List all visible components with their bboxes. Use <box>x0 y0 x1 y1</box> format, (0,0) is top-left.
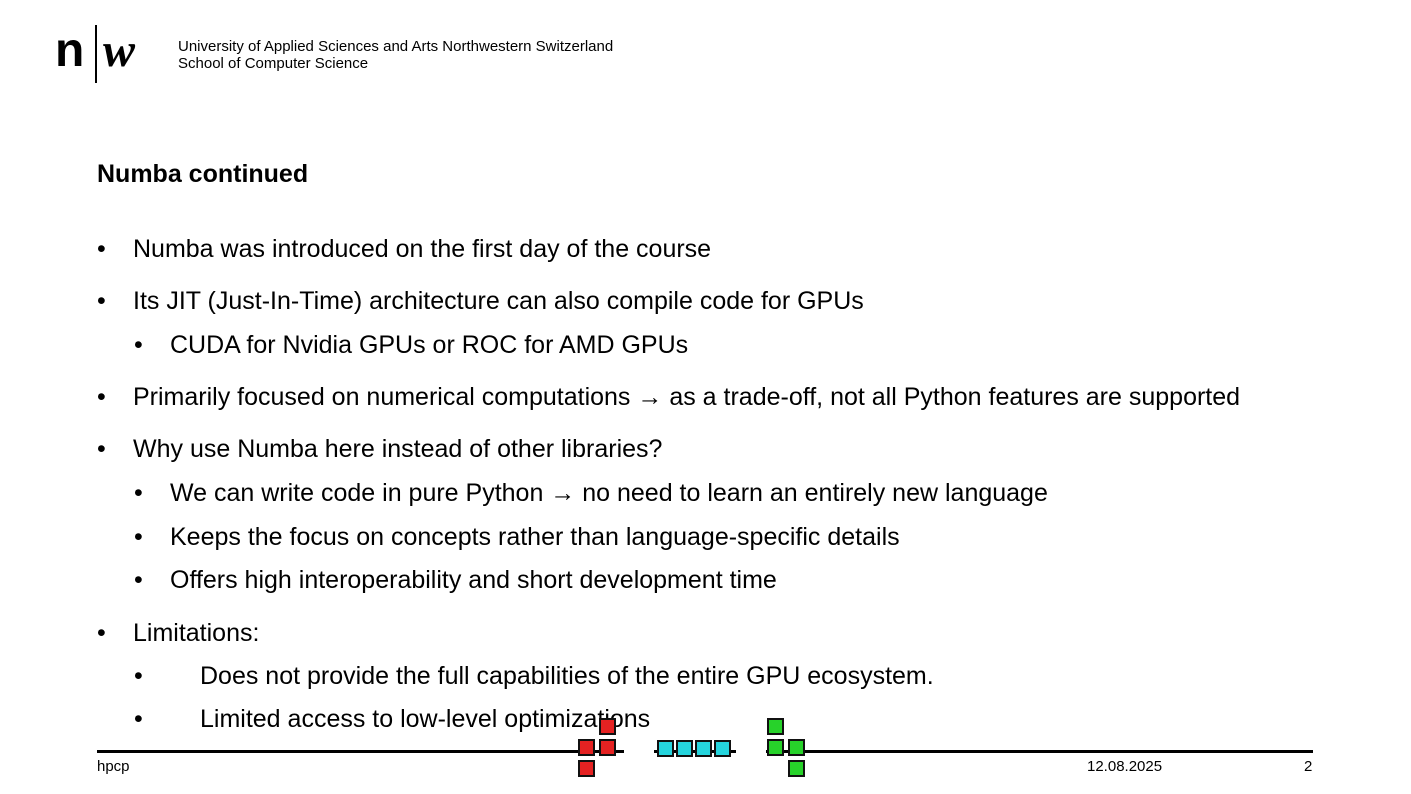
logo-letter-n: n <box>55 24 85 77</box>
bullet-text: Why use Numba here instead of other libr… <box>133 435 663 463</box>
institution-line-2: School of Computer Science <box>178 55 369 72</box>
footer-line-gap <box>624 748 654 756</box>
bullet-text: Primarily focused on numerical computati… <box>133 383 1241 411</box>
bullet-dot: • <box>134 662 143 690</box>
bullet-dot: • <box>97 235 106 263</box>
bullet-dot: • <box>134 523 143 551</box>
bullet-text: CUDA for Nvidia GPUs or ROC for AMD GPUs <box>170 331 689 359</box>
bullet-dot: • <box>134 705 143 733</box>
slide-title: Numba continued <box>97 160 309 188</box>
bullet-dot: • <box>134 566 143 594</box>
footer-course-label: hpcp <box>97 758 130 775</box>
footer-line-gap <box>736 748 766 756</box>
bullet-text: Numba was introduced on the first day of… <box>133 235 712 263</box>
bullet-dot: • <box>97 383 106 411</box>
bullet-text: Limited access to low-level optimization… <box>200 705 651 733</box>
footer-date: 12.08.2025 <box>1087 758 1163 775</box>
bullet-dot: • <box>97 435 106 463</box>
institution-line-1: University of Applied Sciences and Arts … <box>178 38 614 55</box>
bullet-text: Offers high interoperability and short d… <box>170 566 777 594</box>
bullet-text: We can write code in pure Python → no ne… <box>170 479 1048 507</box>
page-number: 2 <box>1304 758 1313 775</box>
bullet-dot: • <box>97 619 106 647</box>
bullet-text: Does not provide the full capabilities o… <box>200 662 934 690</box>
bullet-dot: • <box>134 331 143 359</box>
bullet-text: Keeps the focus on concepts rather than … <box>170 523 900 551</box>
bullet-dot: • <box>97 287 106 315</box>
logo-divider <box>95 25 97 83</box>
bullet-text: Limitations: <box>133 619 260 647</box>
bullet-text: Its JIT (Just-In-Time) architecture can … <box>133 287 864 315</box>
bullet-dot: • <box>134 479 143 507</box>
logo-letter-w: w <box>103 24 136 77</box>
institution-name: University of Applied Sciences and Arts … <box>178 38 613 72</box>
